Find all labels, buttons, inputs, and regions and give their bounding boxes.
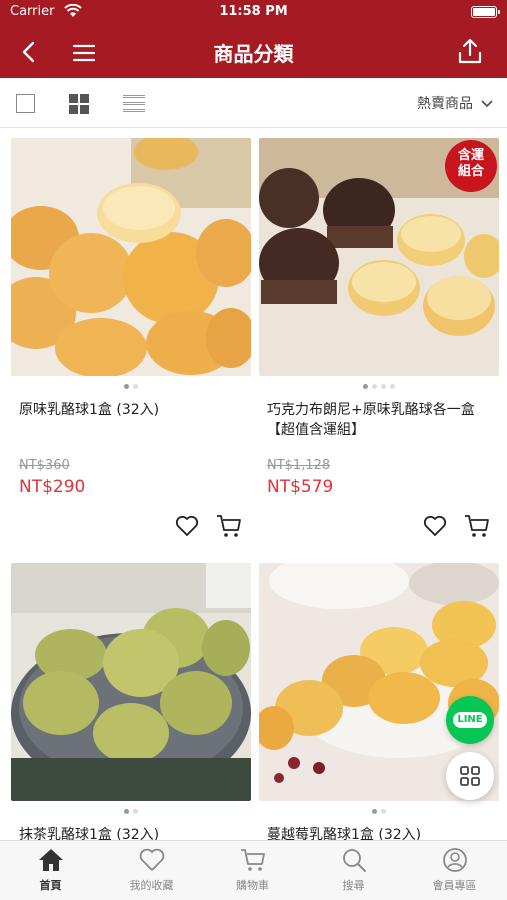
chevron-down-icon (481, 97, 493, 111)
sort-label: 熱賣商品 (417, 96, 473, 112)
list-view-icon[interactable] (123, 94, 145, 114)
line-label: LINE (453, 712, 487, 728)
user-icon (442, 848, 467, 872)
apps-grid-button[interactable] (446, 752, 494, 800)
product-image[interactable] (11, 563, 251, 801)
original-price: NT$1,128 (267, 458, 331, 473)
image-pager (259, 809, 499, 814)
page-title: 商品分類 (213, 42, 294, 66)
status-bar: Carrier 11:58 PM (0, 0, 507, 26)
tab-member[interactable]: 會員專區 (404, 847, 505, 893)
nav-bar: 商品分類 (0, 26, 507, 78)
tab-home[interactable]: 首頁 (0, 847, 101, 893)
tab-bar: 首頁 我的收藏 購物車 搜尋 會員專區 (0, 840, 507, 900)
cart-icon (240, 849, 265, 871)
product-name[interactable]: 原味乳酪球1盒 (32入) (19, 400, 247, 420)
tab-cart[interactable]: 購物車 (202, 847, 303, 893)
image-pager (11, 384, 251, 389)
original-price: NT$360 (19, 458, 70, 473)
single-view-icon[interactable] (16, 94, 35, 113)
home-icon (38, 849, 63, 871)
image-pager (259, 384, 499, 389)
product-image[interactable] (11, 138, 251, 376)
tab-search[interactable]: 搜尋 (303, 847, 404, 893)
filter-bar: 熱賣商品 (0, 78, 507, 128)
heart-icon[interactable] (174, 513, 200, 539)
tab-label: 首頁 (39, 879, 62, 892)
apps-grid-icon (460, 766, 480, 786)
promo-badge: 含運組合 (457, 148, 484, 179)
clock: 11:58 PM (219, 4, 288, 19)
tab-label: 我的收藏 (129, 879, 174, 892)
top-bar: Carrier 11:58 PM 商品分類 (0, 0, 507, 78)
product-image[interactable]: 含運組合 (259, 138, 499, 376)
heart-icon (139, 848, 164, 871)
cart-icon[interactable] (463, 513, 491, 539)
sale-price: NT$579 (267, 477, 334, 497)
sort-dropdown[interactable]: 熱賣商品 (417, 93, 493, 113)
grid-view-icon[interactable] (69, 94, 89, 114)
sale-price: NT$290 (19, 477, 86, 497)
tab-favorites[interactable]: 我的收藏 (101, 847, 202, 893)
tab-label: 搜尋 (342, 879, 365, 892)
search-icon (342, 849, 366, 872)
tab-label: 購物車 (236, 879, 269, 892)
heart-icon[interactable] (422, 513, 448, 539)
line-chat-button[interactable]: LINE (446, 696, 494, 744)
product-name[interactable]: 巧克力布朗尼+原味乳酪球各一盒【超值含運組】 (267, 400, 495, 440)
tab-label: 會員專區 (432, 879, 477, 892)
image-pager (11, 809, 251, 814)
battery-icon (471, 6, 500, 18)
share-icon[interactable] (455, 36, 485, 66)
cart-icon[interactable] (215, 513, 243, 539)
